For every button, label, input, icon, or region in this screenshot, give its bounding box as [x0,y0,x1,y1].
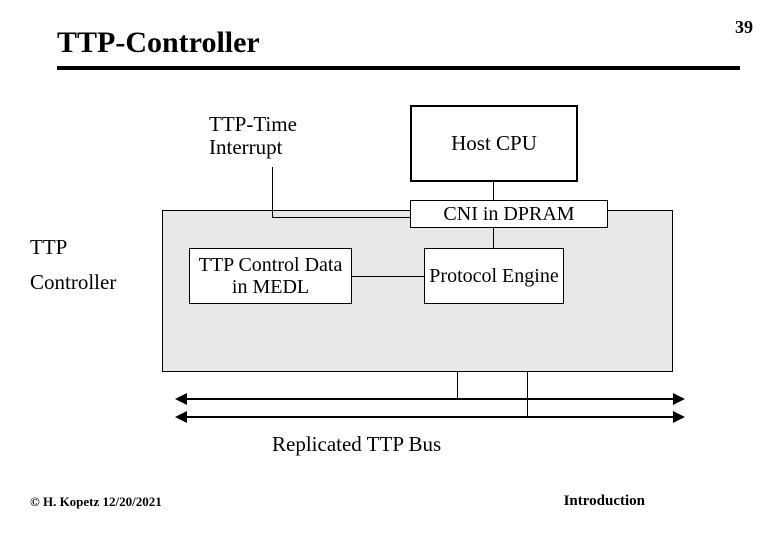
cni-box: CNI in DPRAM [410,200,608,228]
cni-label: CNI in DPRAM [443,203,574,226]
connector-line [352,276,424,277]
connector-line [527,372,528,417]
diagram-area: TTP-Time Interrupt Host CPU CNI in DPRAM… [57,105,677,440]
title-underline [57,66,740,70]
medl-label: TTP Control Data in MEDL [190,254,351,298]
footer-section: Introduction [564,493,645,510]
bus-line-2 [185,416,675,418]
medl-box: TTP Control Data in MEDL [189,248,352,304]
side-label-controller: Controller [30,270,116,295]
connector-line [272,167,273,217]
bus-label: Replicated TTP Bus [272,432,441,457]
arrow-left-icon [175,393,187,405]
side-label-ttp: TTP [30,235,67,260]
protocol-engine-box: Protocol Engine [424,248,564,304]
arrow-right-icon [673,393,685,405]
host-cpu-box: Host CPU [410,105,578,182]
connector-line [272,217,432,218]
bus-line-1 [185,398,675,400]
protocol-engine-label: Protocol Engine [429,265,558,287]
connector-line [457,372,458,399]
connector-line [493,182,494,200]
title-bar: TTP-Controller [57,26,740,70]
slide-title: TTP-Controller [57,26,740,66]
arrow-right-icon [673,411,685,423]
connector-line [493,228,494,248]
host-cpu-label: Host CPU [451,131,537,156]
arrow-left-icon [175,411,187,423]
ttp-time-interrupt-label: TTP-Time Interrupt [209,113,334,159]
footer-copyright: © H. Kopetz 12/20/2021 [30,494,162,510]
